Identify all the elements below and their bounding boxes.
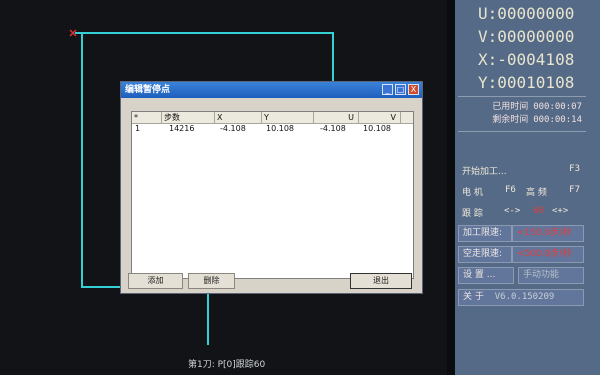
coordinate-readout: U:00000000 V:00000000 X:-0004108 Y:00010… (460, 2, 600, 92)
time-readout: 已用时间 000:00:07 剩余时间 000:00:14 (462, 101, 582, 127)
close-icon[interactable]: X (408, 84, 419, 95)
edit-pause-points-dialog: 编辑暂停点 _ □ X * 步数 X Y U V 1 14216 -4.108 … (120, 81, 423, 294)
about-button[interactable]: 关 于 V6.0.150209 (458, 289, 584, 306)
version-text: V6.0.150209 (494, 292, 555, 302)
start-machining-label: 开始加工... (462, 167, 507, 177)
tracking-value: 60 (533, 206, 544, 216)
about-label: 关 于 (463, 292, 484, 302)
remain-time-value: 000:00:14 (533, 115, 582, 125)
motor-highfreq-row: 电 机 F6 高 频 F7 (458, 183, 584, 201)
column-header-v[interactable]: V (359, 112, 401, 123)
column-header-index[interactable]: * (132, 112, 162, 123)
column-header-y[interactable]: Y (262, 112, 314, 123)
maximize-icon[interactable]: □ (395, 84, 406, 95)
cell-index: 1 (135, 124, 141, 133)
dialog-title: 编辑暂停点 (125, 85, 171, 95)
cell-y: 10.108 (266, 124, 294, 133)
cell-steps: 14216 (169, 124, 195, 133)
pause-points-table[interactable]: * 步数 X Y U V 1 14216 -4.108 10.108 -4.10… (131, 111, 414, 279)
cell-v: 10.108 (363, 124, 391, 133)
used-time-label: 已用时间 (492, 102, 529, 112)
table-header: * 步数 X Y U V (132, 112, 413, 124)
coord-y: Y:00010108 (478, 73, 575, 92)
exit-button[interactable]: 退出 (350, 273, 412, 289)
high-frequency-toggle[interactable]: 高 频 (526, 185, 547, 198)
idle-speed-value[interactable]: <500.0步/秒 (512, 246, 584, 263)
feed-speed-label: 加工限速: (458, 225, 512, 242)
minimize-icon[interactable]: _ (382, 84, 393, 95)
used-time-value: 000:00:07 (533, 102, 582, 112)
feed-speed-value[interactable]: <150.0步/秒 (512, 225, 584, 242)
high-frequency-key: F7 (569, 185, 580, 195)
column-header-u[interactable]: U (314, 112, 359, 123)
start-machining-key: F3 (569, 164, 580, 174)
tracking-label: 跟 踪 (462, 209, 483, 219)
motor-toggle[interactable]: 电 机 (462, 185, 483, 198)
tracking-increase-button[interactable]: <+> (552, 206, 568, 216)
panel-divider (458, 131, 586, 132)
panel-divider (458, 96, 586, 97)
motor-key: F6 (505, 185, 516, 195)
coord-v: V:00000000 (478, 27, 575, 46)
column-header-steps[interactable]: 步数 (162, 112, 215, 123)
delete-button[interactable]: 删除 (188, 273, 235, 289)
remain-time-label: 剩余时间 (492, 115, 529, 125)
tracking-row: 跟 踪 <-> 60 <+> (458, 204, 584, 222)
start-machining-button[interactable]: 开始加工... F3 (458, 162, 584, 180)
settings-button[interactable]: 设 置 ... (458, 267, 514, 284)
column-header-x[interactable]: X (215, 112, 262, 123)
dialog-titlebar[interactable]: 编辑暂停点 _ □ X (121, 82, 422, 98)
add-button[interactable]: 添加 (128, 273, 183, 289)
coord-u: U:00000000 (478, 4, 575, 23)
cell-x: -4.108 (220, 124, 246, 133)
manual-functions-button[interactable]: 手动功能 (518, 267, 584, 284)
cell-u: -4.108 (320, 124, 346, 133)
idle-speed-label: 空走限速: (458, 246, 512, 263)
cut-status-text: 第1刀: P[0]跟踪60 (188, 360, 266, 370)
tracking-decrease-button[interactable]: <-> (504, 206, 520, 216)
coord-x: X:-0004108 (478, 50, 575, 69)
